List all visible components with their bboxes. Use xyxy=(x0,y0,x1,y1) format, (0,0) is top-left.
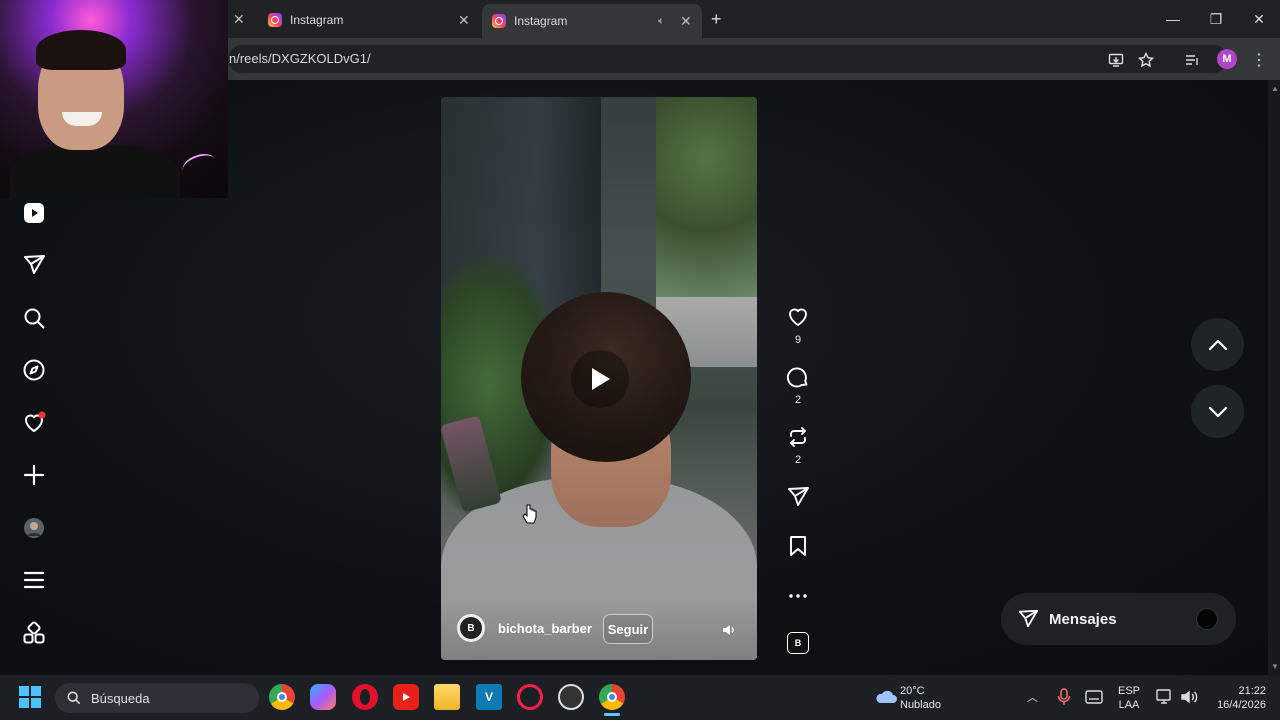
like-count: 9 xyxy=(794,334,802,346)
opera-gx-app-icon[interactable] xyxy=(517,684,543,710)
repost-icon[interactable] xyxy=(784,423,812,451)
compass-nav-icon[interactable] xyxy=(21,357,47,383)
file-explorer-icon[interactable] xyxy=(434,684,460,710)
copilot-app-icon[interactable] xyxy=(310,684,336,710)
reel-author-avatar[interactable]: B xyxy=(457,614,485,642)
youtube-app-icon[interactable] xyxy=(393,684,419,710)
restore-button[interactable]: ❐ xyxy=(1205,8,1227,30)
search-nav-icon[interactable] xyxy=(21,305,47,331)
send-nav-icon[interactable] xyxy=(21,252,47,278)
more-menu-icon[interactable]: ⋮ xyxy=(1248,49,1270,71)
messages-label: Mensajes xyxy=(1049,610,1117,628)
chevron-up-icon xyxy=(1208,339,1227,350)
language-line1: ESP xyxy=(1117,685,1140,697)
messages-avatar xyxy=(1196,608,1218,630)
like-heart-icon[interactable] xyxy=(784,303,812,331)
audio-thumbnail[interactable]: B xyxy=(787,632,809,654)
reels-nav-icon[interactable] xyxy=(21,200,47,226)
tab-close-icon[interactable]: ✕ xyxy=(458,12,470,29)
profile-avatar-button[interactable]: M xyxy=(1217,49,1237,69)
tab-instagram-1[interactable]: Instagram ✕ xyxy=(258,6,476,34)
keyboard-icon[interactable] xyxy=(1085,690,1103,709)
speaker-icon[interactable]: 🔈︎ xyxy=(658,15,665,28)
opera-app-icon[interactable] xyxy=(352,684,378,710)
clock-time: 21:22 xyxy=(1238,685,1266,697)
comment-icon[interactable] xyxy=(784,363,812,391)
reading-list-icon[interactable] xyxy=(1181,49,1203,71)
weather-condition: Nublado xyxy=(900,699,941,711)
chevron-down-icon xyxy=(1208,406,1227,417)
more-options-icon[interactable] xyxy=(784,580,812,608)
chrome-profile-app-icon[interactable] xyxy=(599,684,625,710)
tray-overflow-chevron-icon[interactable]: ︿ xyxy=(1027,689,1038,705)
avatar-initial: B xyxy=(460,617,482,639)
instagram-icon xyxy=(492,14,506,28)
meta-apps-grid-icon[interactable] xyxy=(21,620,47,646)
close-window-button[interactable]: ✕ xyxy=(1248,8,1270,30)
search-icon xyxy=(67,691,81,705)
instagram-icon xyxy=(268,13,282,27)
heart-nav-icon[interactable] xyxy=(21,410,47,436)
speaker-icon[interactable] xyxy=(721,622,737,638)
cloud-icon xyxy=(874,688,898,704)
page-scrollbar[interactable]: ▲ ▼ xyxy=(1268,80,1280,675)
next-reel-button[interactable] xyxy=(1191,385,1244,438)
windows-start-icon[interactable] xyxy=(19,686,41,708)
volume-icon[interactable] xyxy=(1180,689,1198,710)
address-bar[interactable] xyxy=(228,45,1228,73)
profile-nav-avatar[interactable] xyxy=(21,515,47,541)
tab-title: Instagram xyxy=(290,13,344,27)
clock[interactable]: 21:22 16/4/2026 xyxy=(1208,684,1266,712)
minimize-button[interactable]: — xyxy=(1162,8,1184,30)
webcam-overlay xyxy=(0,0,228,198)
messages-pill[interactable]: Mensajes xyxy=(1001,593,1236,645)
language-indicator[interactable]: ESP LAA xyxy=(1117,684,1141,712)
new-tab-button[interactable]: + xyxy=(711,9,722,30)
follow-button[interactable]: Seguir xyxy=(603,614,653,644)
weather-widget[interactable]: 20°C Nublado xyxy=(900,684,941,712)
send-icon xyxy=(1018,609,1039,628)
chrome-app-icon[interactable] xyxy=(269,684,295,710)
repost-count: 2 xyxy=(794,454,802,466)
taskbar-search[interactable]: Búsqueda xyxy=(55,683,259,713)
tab-close-button[interactable]: ✕ xyxy=(233,11,245,28)
language-line2: LAA xyxy=(1118,699,1140,711)
menu-hamburger-icon[interactable] xyxy=(21,567,47,593)
previous-reel-button[interactable] xyxy=(1191,318,1244,371)
install-app-icon[interactable] xyxy=(1105,49,1127,71)
url-text[interactable]: n/reels/DXGZKOLDvG1/ xyxy=(229,51,371,66)
reel-username[interactable]: bichota_barber xyxy=(498,621,592,636)
save-bookmark-icon[interactable] xyxy=(784,532,812,560)
play-button[interactable] xyxy=(571,350,629,408)
microphone-icon[interactable] xyxy=(1057,688,1071,711)
obs-app-icon[interactable] xyxy=(558,684,584,710)
search-placeholder: Búsqueda xyxy=(91,690,150,706)
network-icon[interactable] xyxy=(1156,689,1174,710)
create-plus-icon[interactable] xyxy=(21,462,47,488)
bookmark-star-icon[interactable] xyxy=(1135,49,1157,71)
active-app-indicator xyxy=(604,713,620,716)
weather-temp: 20°C xyxy=(900,685,925,697)
tab-instagram-2[interactable]: Instagram 🔈︎ ✕ xyxy=(482,4,702,38)
vegas-app-icon[interactable]: V xyxy=(476,684,502,710)
clock-date: 16/4/2026 xyxy=(1217,699,1266,711)
mouse-cursor xyxy=(522,503,538,530)
tab-close-icon[interactable]: ✕ xyxy=(680,13,692,30)
share-send-icon[interactable] xyxy=(784,483,812,511)
comment-count: 2 xyxy=(794,394,802,406)
tab-title: Instagram xyxy=(514,14,568,28)
